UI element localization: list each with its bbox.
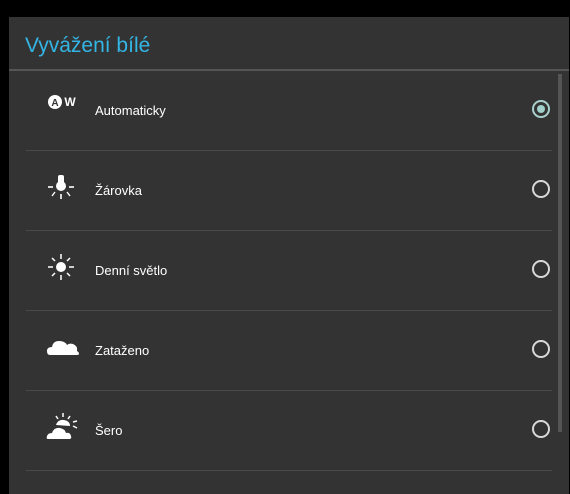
option-sero[interactable]: Šero [26, 391, 552, 471]
window-frame: Vyvážení bílé A W Automaticky Žárovka De… [0, 0, 570, 494]
auto-wb-icon: A W [48, 95, 76, 109]
radio-selected[interactable] [532, 100, 550, 118]
svg-text:A: A [51, 98, 58, 109]
option-automaticky[interactable]: A W Automaticky [26, 71, 552, 151]
twilight-icon [46, 413, 78, 439]
daylight-sun-icon [48, 254, 74, 280]
option-label: Žárovka [95, 183, 142, 198]
option-list: A W Automaticky Žárovka Denní světlo Zat… [9, 71, 555, 471]
option-label: Automaticky [95, 103, 166, 118]
svg-text:W: W [64, 95, 76, 109]
scrollbar[interactable] [558, 74, 562, 432]
radio-unselected[interactable] [532, 260, 550, 278]
option-zarovka[interactable]: Žárovka [26, 151, 552, 231]
white-balance-dialog: Vyvážení bílé A W Automaticky Žárovka De… [9, 17, 569, 494]
option-label: Zataženo [95, 343, 150, 358]
radio-unselected[interactable] [532, 180, 550, 198]
option-denni-svetlo[interactable]: Denní světlo [26, 231, 552, 311]
option-label: Denní světlo [95, 263, 168, 278]
option-zatazeno[interactable]: Zataženo [26, 311, 552, 391]
option-label: Šero [95, 423, 123, 438]
radio-unselected[interactable] [532, 340, 550, 358]
cloudy-icon [47, 341, 79, 355]
incandescent-bulb-icon [48, 175, 74, 199]
dialog-title: Vyvážení bílé [25, 34, 151, 57]
radio-unselected[interactable] [532, 420, 550, 438]
